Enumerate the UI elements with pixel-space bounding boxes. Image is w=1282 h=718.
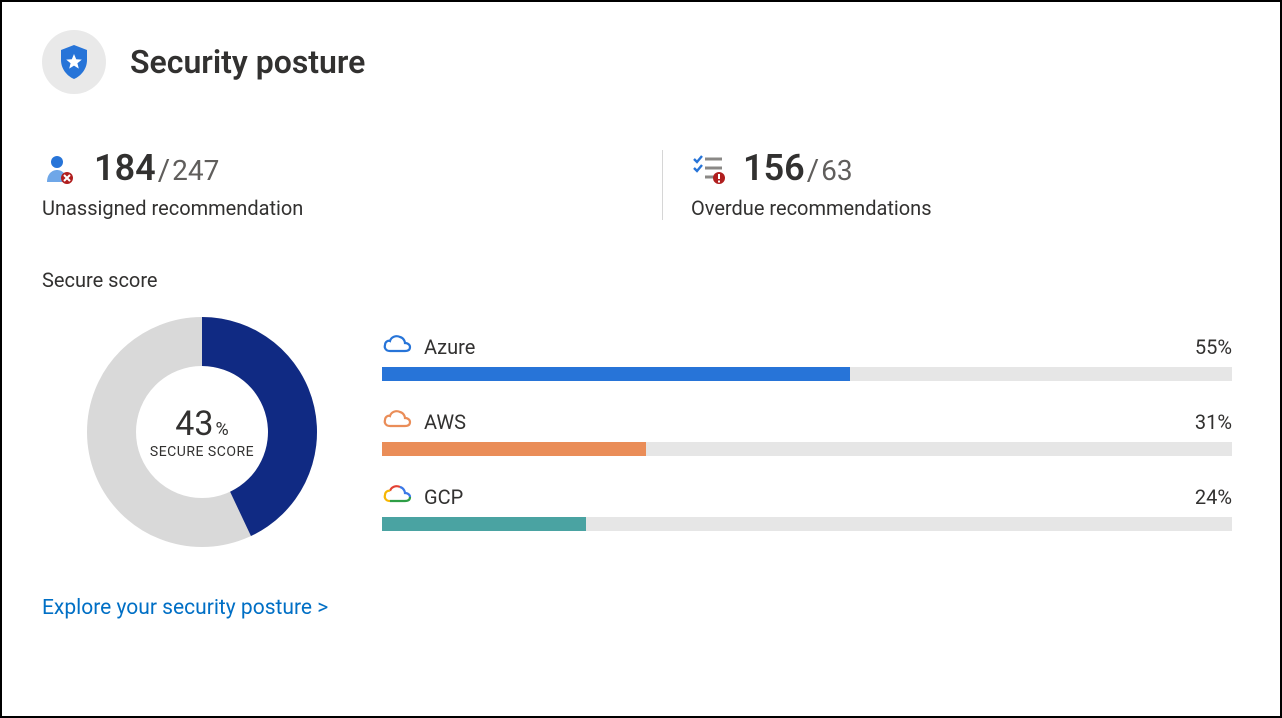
donut-center: 43 % SECURE SCORE — [82, 312, 322, 552]
provider-percent: 55% — [1195, 335, 1232, 359]
provider-bar-track — [382, 442, 1232, 456]
provider-bar-head: Azure 55% — [382, 334, 1232, 361]
cloud-icon — [382, 334, 412, 361]
stats-row: 184 / 247 Unassigned recommendation — [42, 150, 1240, 220]
provider-bar-head: AWS 31% — [382, 409, 1232, 436]
stat-unassigned[interactable]: 184 / 247 Unassigned recommendation — [42, 150, 662, 220]
stat-overdue-current: 156 — [743, 150, 805, 186]
stat-overdue-label: Overdue recommendations — [691, 196, 932, 220]
provider-bar-fill — [382, 367, 850, 381]
stat-unassigned-value: 184 / 247 — [94, 150, 219, 188]
provider-percent: 24% — [1195, 485, 1232, 509]
shield-icon — [42, 30, 106, 94]
provider-bar-item[interactable]: Azure 55% — [382, 334, 1232, 381]
provider-bars: Azure 55% AWS 31% GCP — [382, 334, 1240, 531]
provider-percent: 31% — [1195, 410, 1232, 434]
secure-score-row: 43 % SECURE SCORE Azure 55% A — [42, 312, 1240, 552]
provider-bar-item[interactable]: AWS 31% — [382, 409, 1232, 456]
stat-overdue-total: 63 — [821, 154, 852, 187]
stat-unassigned-total: 247 — [172, 154, 219, 187]
provider-bar-head: GCP 24% — [382, 484, 1232, 511]
page-title: Security posture — [130, 43, 365, 81]
stat-overdue-value: 156 / 63 — [743, 150, 853, 188]
secure-score-donut: 43 % SECURE SCORE — [82, 312, 322, 552]
secure-score-title: Secure score — [42, 268, 1240, 292]
card-header: Security posture — [42, 30, 1240, 94]
slash: / — [807, 153, 819, 188]
stat-unassigned-current: 184 — [94, 150, 156, 186]
cloud-icon — [382, 484, 412, 511]
provider-bar-track — [382, 517, 1232, 531]
cloud-icon — [382, 409, 412, 436]
provider-bar-fill — [382, 442, 646, 456]
provider-name: AWS — [424, 410, 466, 434]
provider-bar-track — [382, 367, 1232, 381]
provider-bar-fill — [382, 517, 586, 531]
user-alert-icon — [42, 151, 78, 187]
explore-security-posture-link[interactable]: Explore your security posture > — [42, 596, 328, 620]
donut-percent-value: 43 — [175, 404, 213, 444]
checklist-alert-icon — [691, 151, 727, 187]
provider-bar-item[interactable]: GCP 24% — [382, 484, 1232, 531]
slash: / — [158, 153, 170, 188]
security-posture-card: Security posture 184 / 247 — [0, 0, 1282, 718]
provider-name: Azure — [424, 335, 475, 359]
provider-name: GCP — [424, 485, 463, 509]
donut-label: SECURE SCORE — [150, 444, 254, 460]
donut-percent: 43 % — [175, 404, 228, 444]
stat-overdue[interactable]: 156 / 63 Overdue recommendations — [662, 150, 932, 220]
stat-unassigned-label: Unassigned recommendation — [42, 196, 662, 220]
percent-sign: % — [216, 419, 229, 440]
